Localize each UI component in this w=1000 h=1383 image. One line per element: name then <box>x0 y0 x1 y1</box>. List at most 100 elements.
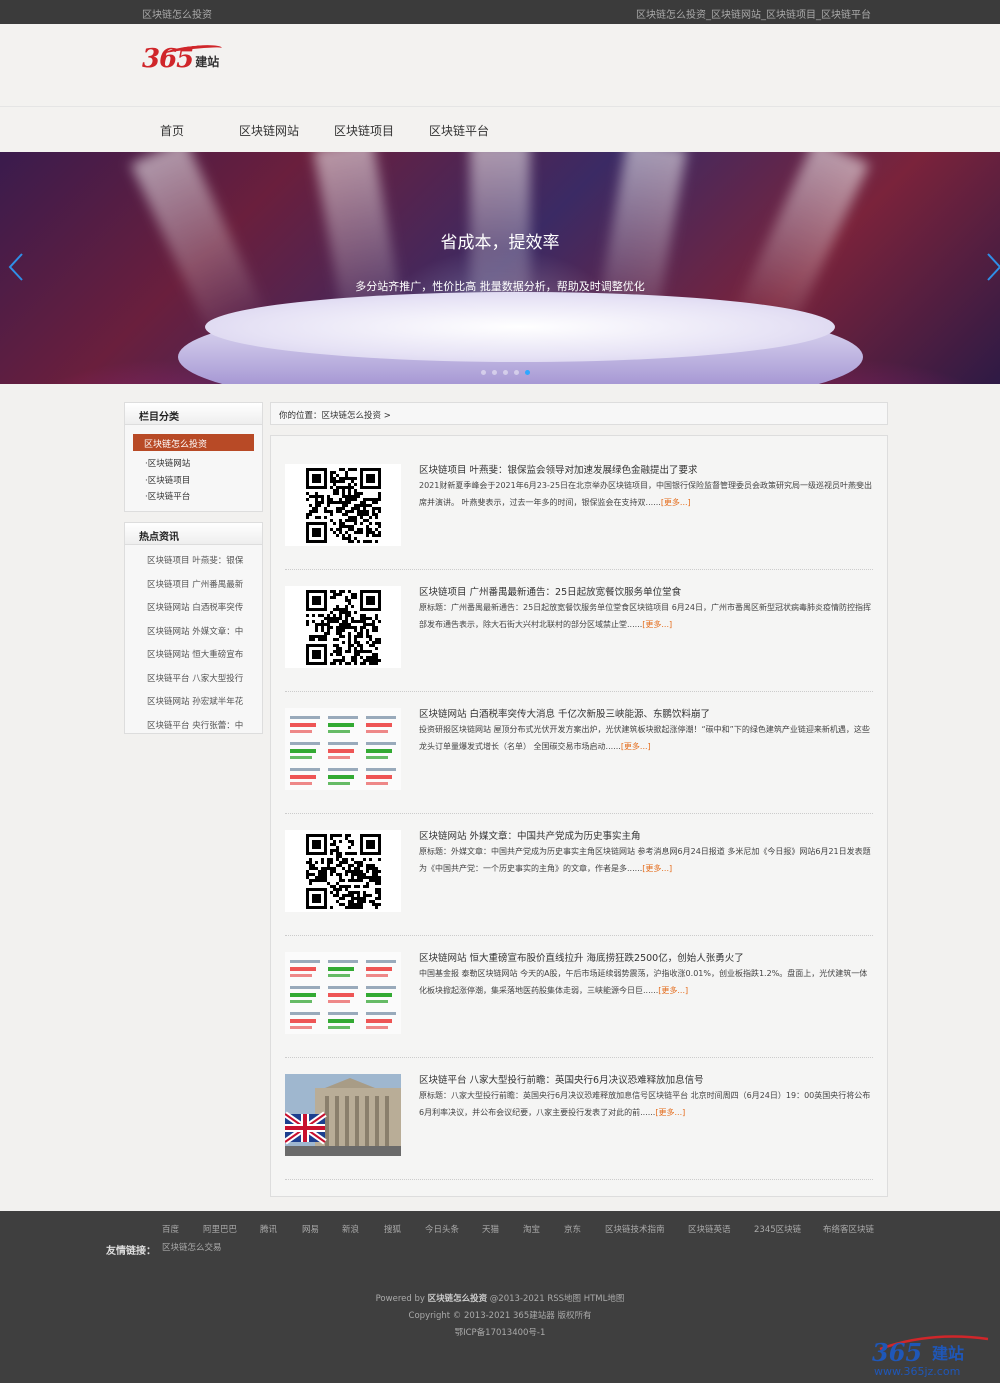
prev-slide-icon[interactable] <box>8 252 24 282</box>
article-summary: 原标题：八家大型投行前瞻：英国央行6月决议恐难释放加息信号区块链平台 北京时间周… <box>419 1091 871 1117</box>
stock-table-icon <box>285 952 401 1034</box>
footer-link[interactable]: 区块链技术指南 <box>605 1223 665 1235</box>
read-more-link[interactable]: [更多...] <box>642 864 672 873</box>
banner-title: 省成本，提效率 <box>440 233 560 253</box>
article-item: 区块链项目 叶燕斐：银保监会领导对加速发展绿色金融提出了要求 2021财新夏季峰… <box>285 448 873 570</box>
qr-code-icon <box>302 464 384 546</box>
category-active-item[interactable]: 区块链怎么投资 <box>133 434 254 451</box>
nav-item-blockchain-projects[interactable]: 区块链项目 <box>334 122 394 139</box>
hot-news-item[interactable]: 区块链网站 白酒税率突传 <box>147 601 247 625</box>
category-sub-item[interactable]: ·区块链网站 <box>145 457 262 474</box>
watermark-logo: 365 建站 www.365jz.com <box>872 1335 989 1378</box>
hot-news-item[interactable]: 区块链平台 央行张蕾：中 <box>147 719 247 743</box>
article-summary: 2021财新夏季峰会于2021年6月23-25日在北京举办区块链项目，中国银行保… <box>419 481 873 507</box>
footer-link[interactable]: 天猫 <box>482 1223 499 1235</box>
article-thumbnail[interactable] <box>285 1074 401 1156</box>
hot-news-item[interactable]: 区块链平台 八家大型投行 <box>147 672 247 696</box>
powered-site-link[interactable]: 区块链怎么投资 <box>428 1294 488 1304</box>
nav-item-blockchain-platforms[interactable]: 区块链平台 <box>429 122 489 139</box>
article-list: 区块链项目 叶燕斐：银保监会领导对加速发展绿色金融提出了要求 2021财新夏季峰… <box>270 435 888 1197</box>
qr-code-icon <box>302 586 384 668</box>
slide-dots <box>481 370 530 375</box>
article-item: 区块链平台 八家大型投行前瞻：英国央行6月决议恐难释放加息信号 原标题：八家大型… <box>285 1058 873 1180</box>
svg-text:www.365jz.com: www.365jz.com <box>874 1365 960 1378</box>
article-item: 区块链网站 白酒税率突传大消息 千亿次新股三峡能源、东鹏饮料崩了 投资研报区块链… <box>285 692 873 814</box>
hot-news-box: 热点资讯 区块链项目 叶燕斐：银保 区块链项目 广州番禺最新 区块链网站 白酒税… <box>124 522 263 734</box>
article-thumbnail[interactable] <box>285 464 401 546</box>
footer: 百度 阿里巴巴 腾讯 网易 新浪 搜狐 今日头条 天猫 淘宝 京东 区块链技术指南 区块链英语 2345… <box>0 1211 1000 1383</box>
nav-item-blockchain-sites[interactable]: 区块链网站 <box>239 122 299 139</box>
slide-dot[interactable] <box>503 370 508 375</box>
read-more-link[interactable]: [更多...] <box>621 742 651 751</box>
copyright: Copyright © 2013-2021 365建站器 版权所有 <box>408 1311 592 1321</box>
category-title: 栏目分类 <box>125 403 262 425</box>
article-summary: 原标题：外媒文章：中国共产党成为历史事实主角区块链网站 参考消息网6月24日报道… <box>419 847 871 873</box>
header: 365 建站 <box>0 24 1000 107</box>
footer-link[interactable]: 搜狐 <box>384 1223 401 1235</box>
article-thumbnail[interactable] <box>285 708 401 790</box>
category-box: 栏目分类 区块链怎么投资 ·区块链网站 ·区块链项目 ·区块链平台 <box>124 402 263 512</box>
article-title[interactable]: 区块链平台 八家大型投行前瞻：英国央行6月决议恐难释放加息信号 <box>419 1072 704 1086</box>
article-summary: 原标题：广州番禺最新通告：25日起放宽餐饮服务单位堂食区块链项目 6月24日，广… <box>419 603 871 629</box>
category-sub-item[interactable]: ·区块链项目 <box>145 474 262 491</box>
top-bar-left-text[interactable]: 区块链怎么投资 <box>142 6 212 21</box>
hot-news-item[interactable]: 区块链项目 叶燕斐：银保 <box>147 554 247 578</box>
read-more-link[interactable]: [更多...] <box>658 986 688 995</box>
footer-link[interactable]: 阿里巴巴 <box>203 1223 237 1235</box>
slide-dot[interactable] <box>525 370 530 375</box>
footer-link[interactable]: 2345区块链 <box>754 1223 801 1235</box>
stock-table-icon <box>285 708 401 790</box>
hot-news-item[interactable]: 区块链网站 外媒文章：中 <box>147 625 247 649</box>
slide-dot[interactable] <box>514 370 519 375</box>
friend-links-label: 友情链接： <box>106 1246 156 1257</box>
bank-of-england-photo-icon <box>285 1074 401 1156</box>
article-title[interactable]: 区块链项目 叶燕斐：银保监会领导对加速发展绿色金融提出了要求 <box>419 462 698 476</box>
top-bar: 区块链怎么投资 区块链怎么投资_区块链网站_区块链项目_区块链平台 <box>0 0 1000 24</box>
banner-subtitle: 多分站齐推广，性价比高 批量数据分析，帮助及时调整优化 <box>355 280 645 293</box>
footer-link[interactable]: 区块链英语 <box>688 1223 731 1235</box>
footer-link[interactable]: 京东 <box>564 1223 581 1235</box>
footer-link[interactable]: 布络客区块链 <box>823 1223 874 1235</box>
nav-item-home[interactable]: 首页 <box>160 122 184 139</box>
footer-link[interactable]: 淘宝 <box>523 1223 540 1235</box>
qr-code-icon <box>302 830 384 912</box>
hot-news-item[interactable]: 区块链网站 孙宏斌半年花 <box>147 695 247 719</box>
footer-link[interactable]: 腾讯 <box>260 1223 277 1235</box>
read-more-link[interactable]: [更多...] <box>642 620 672 629</box>
category-sub-item[interactable]: ·区块链平台 <box>145 490 262 507</box>
hot-news-item[interactable]: 区块链网站 恒大重磅宣布 <box>147 648 247 672</box>
sidebar: 栏目分类 区块链怎么投资 ·区块链网站 ·区块链项目 ·区块链平台 热点资讯 区… <box>124 402 263 734</box>
site-logo[interactable]: 365 建站 <box>142 42 223 74</box>
article-item: 区块链项目 广州番禺最新通告：25日起放宽餐饮服务单位堂食 原标题：广州番禺最新… <box>285 570 873 692</box>
friend-link[interactable]: 区块链怎么交易 <box>162 1241 222 1253</box>
powered-by: Powered by 区块链怎么投资 @2013-2021 RSS地图 HTML… <box>375 1294 625 1304</box>
article-thumbnail[interactable] <box>285 952 401 1034</box>
article-title[interactable]: 区块链网站 恒大重磅宣布股价直线拉升 海底捞狂跌2500亿，创始人张勇火了 <box>419 950 744 964</box>
footer-link[interactable]: 新浪 <box>342 1223 359 1235</box>
footer-link[interactable]: 百度 <box>162 1223 179 1235</box>
logo-text: 建站 <box>195 55 220 69</box>
article-item: 区块链网站 恒大重磅宣布股价直线拉升 海底捞狂跌2500亿，创始人张勇火了 中国… <box>285 936 873 1058</box>
svg-text:365: 365 <box>872 1338 922 1367</box>
next-slide-icon[interactable] <box>986 252 1000 282</box>
slide-dot[interactable] <box>492 370 497 375</box>
read-more-link[interactable]: [更多...] <box>661 498 691 507</box>
article-title[interactable]: 区块链项目 广州番禺最新通告：25日起放宽餐饮服务单位堂食 <box>419 584 681 598</box>
slide-dot[interactable] <box>481 370 486 375</box>
article-title[interactable]: 区块链网站 外媒文章：中国共产党成为历史事实主角 <box>419 828 641 842</box>
footer-link[interactable]: 今日头条 <box>425 1223 459 1235</box>
article-thumbnail[interactable] <box>285 586 401 668</box>
article-title[interactable]: 区块链网站 白酒税率突传大消息 千亿次新股三峡能源、东鹏饮料崩了 <box>419 706 710 720</box>
article-summary: 投资研报区块链网站 屋顶分布式光伏开发方案出炉，光伏建筑板块掀起涨停潮！“碳中和… <box>419 725 870 751</box>
top-bar-right-text: 区块链怎么投资_区块链网站_区块链项目_区块链平台 <box>636 10 871 21</box>
icp-number[interactable]: 鄂ICP备17013400号-1 <box>0 1326 1000 1338</box>
hot-news-title: 热点资讯 <box>125 523 262 545</box>
article-item: 区块链网站 外媒文章：中国共产党成为历史事实主角 原标题：外媒文章：中国共产党成… <box>285 814 873 936</box>
read-more-link[interactable]: [更多...] <box>655 1108 685 1117</box>
article-thumbnail[interactable] <box>285 830 401 912</box>
breadcrumb: 你的位置：区块链怎么投资 > <box>270 402 888 425</box>
svg-text:建站: 建站 <box>932 1344 964 1363</box>
footer-link[interactable]: 网易 <box>302 1223 319 1235</box>
hot-news-item[interactable]: 区块链项目 广州番禺最新 <box>147 578 247 602</box>
stage-platform-top <box>205 292 835 362</box>
